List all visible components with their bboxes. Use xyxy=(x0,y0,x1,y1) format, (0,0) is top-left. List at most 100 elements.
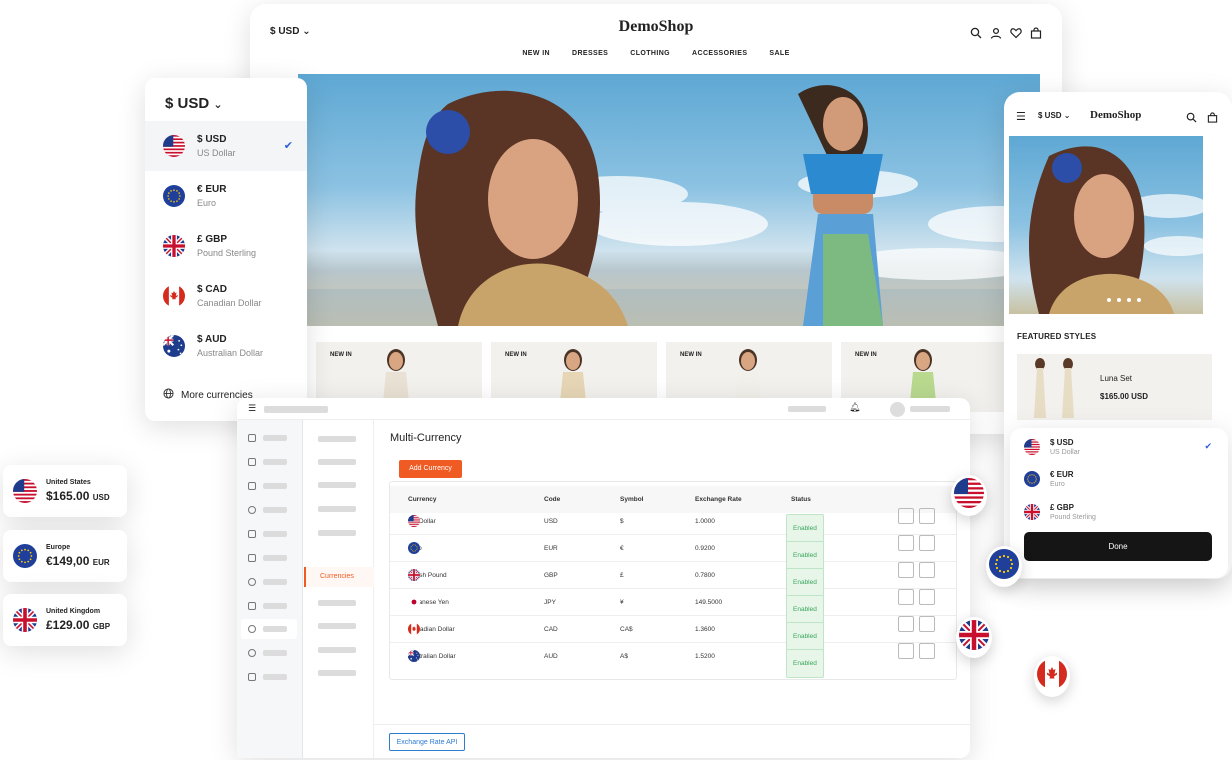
submenu-item[interactable] xyxy=(318,482,356,488)
help-icon[interactable] xyxy=(248,649,256,657)
orders-icon[interactable] xyxy=(248,458,256,466)
edit-button[interactable] xyxy=(898,643,914,659)
bag-icon[interactable] xyxy=(1030,26,1042,39)
analytics-icon[interactable] xyxy=(248,554,256,562)
rate-cell: 0.7800 xyxy=(695,572,715,579)
table-row[interactable]: Euro EUR € 0.9200 Enabled xyxy=(390,535,956,570)
sidebar-item[interactable] xyxy=(263,603,287,609)
delete-button[interactable] xyxy=(919,643,935,659)
au-flag-icon xyxy=(163,335,185,357)
sidebar-item[interactable] xyxy=(263,674,287,680)
table-row[interactable]: British Pound GBP £ 0.7800 Enabled xyxy=(390,562,956,597)
submenu-item[interactable] xyxy=(318,506,356,512)
submenu-item[interactable] xyxy=(318,436,356,442)
table-row[interactable]: Canadian Dollar CAD CA$ 1.3600 Enabled xyxy=(390,616,956,651)
sheet-option-gbp[interactable]: £ GBP Pound Sterling xyxy=(1024,503,1096,521)
content-icon[interactable] xyxy=(248,530,256,538)
currency-option-gbp[interactable]: £ GBP Pound Sterling xyxy=(145,221,307,271)
mobile-currency-selector[interactable]: $ USD ⌄ xyxy=(1038,111,1071,120)
bell-icon[interactable]: 🔔︎ xyxy=(849,402,860,413)
box-icon[interactable] xyxy=(248,673,256,681)
menu-icon[interactable]: ☰ xyxy=(1016,110,1026,123)
done-button[interactable]: Done xyxy=(1024,532,1212,561)
nav-accessories[interactable]: ACCESSORIES xyxy=(692,50,747,57)
price-card-eu: Europe €149,00 EUR xyxy=(3,530,127,582)
delete-button[interactable] xyxy=(919,562,935,578)
submenu-item[interactable] xyxy=(318,647,356,653)
nav-clothing[interactable]: CLOTHING xyxy=(630,50,670,57)
sidebar-item[interactable] xyxy=(263,507,287,513)
currency-name: Canadian Dollar xyxy=(197,298,262,308)
nav-dresses[interactable]: DRESSES xyxy=(572,50,608,57)
currency-dropdown: $ USD ⌄ $ USD US Dollar ✔ € EUR Euro £ GBP… xyxy=(145,78,307,421)
user-name-placeholder xyxy=(910,406,950,412)
submenu-item[interactable] xyxy=(318,530,356,536)
mobile-hero-banner[interactable] xyxy=(1009,136,1203,314)
nav-new-in[interactable]: NEW IN xyxy=(522,50,550,57)
submenu-item[interactable] xyxy=(318,623,356,629)
themes-icon[interactable] xyxy=(248,578,256,586)
table-row[interactable]: US Dollar USD $ 1.0000 Enabled xyxy=(390,508,956,543)
products-icon[interactable] xyxy=(248,482,256,490)
table-row[interactable]: Japanese Yen JPY ¥ 149.5000 Enabled xyxy=(390,589,956,624)
eu-flag-icon xyxy=(408,542,420,554)
currency-option-aud[interactable]: $ AUD Australian Dollar xyxy=(145,321,307,371)
submenu-item[interactable] xyxy=(318,600,356,606)
menu-icon[interactable]: ☰ xyxy=(248,403,256,414)
apps-icon[interactable] xyxy=(248,602,256,610)
currency-dropdown-toggle[interactable]: $ USD ⌄ xyxy=(165,95,223,112)
code-cell: GBP xyxy=(544,572,558,579)
delete-button[interactable] xyxy=(919,616,935,632)
currency-code: $ CAD xyxy=(197,284,228,295)
search-icon[interactable] xyxy=(1186,110,1197,128)
home-icon[interactable] xyxy=(248,434,256,442)
submenu-item-currencies[interactable]: Currencies xyxy=(304,567,374,587)
edit-button[interactable] xyxy=(898,562,914,578)
sidebar-item[interactable] xyxy=(263,435,287,441)
table-row[interactable]: Australian Dollar AUD A$ 1.5200 Enabled xyxy=(390,643,956,678)
sidebar-item[interactable] xyxy=(263,650,287,656)
store-logo[interactable]: DemoShop xyxy=(250,18,1062,36)
mobile-logo[interactable]: DemoShop xyxy=(1090,109,1141,121)
currency-option-cad[interactable]: $ CAD Canadian Dollar xyxy=(145,271,307,321)
sheet-option-usd[interactable]: $ USD US Dollar ✔ xyxy=(1024,438,1212,456)
search-icon[interactable] xyxy=(970,26,982,39)
currency-option-eur[interactable]: € EUR Euro xyxy=(145,171,307,221)
sidebar-item[interactable] xyxy=(263,459,287,465)
avatar[interactable] xyxy=(890,402,905,417)
edit-button[interactable] xyxy=(898,508,914,524)
featured-product-card[interactable]: Luna Set $165.00 USD xyxy=(1017,354,1212,420)
product-name: Luna Set xyxy=(1100,374,1133,383)
currency-list: $ USD US Dollar ✔ € EUR Euro £ GBP Pound St… xyxy=(145,121,307,371)
edit-button[interactable] xyxy=(898,589,914,605)
edit-button[interactable] xyxy=(898,535,914,551)
check-icon: ✔ xyxy=(283,140,293,152)
heart-icon[interactable] xyxy=(1010,26,1022,39)
submenu-item[interactable] xyxy=(318,670,356,676)
exchange-rate-api-button[interactable]: Exchange Rate API xyxy=(389,733,465,751)
sidebar-item[interactable] xyxy=(263,555,287,561)
edit-button[interactable] xyxy=(898,616,914,632)
region-label: Europe xyxy=(46,544,71,551)
nav-sale[interactable]: SALE xyxy=(769,50,789,57)
code-cell: CAD xyxy=(544,626,558,633)
user-icon[interactable] xyxy=(990,26,1002,39)
gear-icon[interactable] xyxy=(248,625,256,633)
currency-option-usd[interactable]: $ USD US Dollar ✔ xyxy=(145,121,307,171)
sheet-option-eur[interactable]: € EUR Euro xyxy=(1024,470,1074,488)
submenu-item[interactable] xyxy=(318,459,356,465)
sidebar-item[interactable] xyxy=(263,531,287,537)
bag-icon[interactable] xyxy=(1207,110,1218,128)
sidebar-item[interactable] xyxy=(263,626,287,632)
delete-button[interactable] xyxy=(919,508,935,524)
sidebar-item[interactable] xyxy=(263,579,287,585)
sidebar-item[interactable] xyxy=(263,483,287,489)
delete-button[interactable] xyxy=(919,589,935,605)
symbol-cell: ¥ xyxy=(620,599,624,606)
delete-button[interactable] xyxy=(919,535,935,551)
code-cell: AUD xyxy=(544,653,558,660)
hero-banner[interactable] xyxy=(298,74,1040,326)
code-cell: JPY xyxy=(544,599,556,606)
add-currency-button[interactable]: Add Currency xyxy=(399,460,462,478)
customers-icon[interactable] xyxy=(248,506,256,514)
